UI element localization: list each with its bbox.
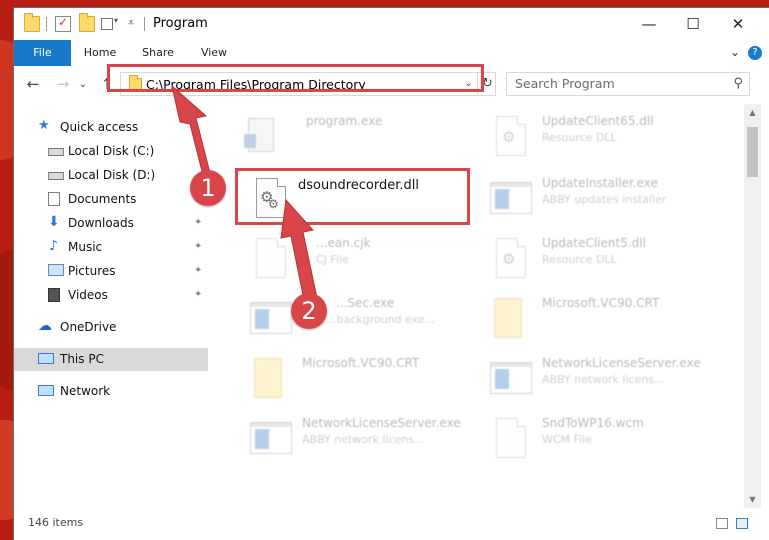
sidebar-item-local-disk-d[interactable]: Local Disk (D:) xyxy=(14,164,208,187)
step-2-badge: 2 xyxy=(291,293,327,329)
network-icon xyxy=(38,385,54,396)
folder-icon xyxy=(129,75,142,90)
navigation-bar: ← → ⌄ ↑ C:\Program Files\Program Directo… xyxy=(14,66,769,102)
maximize-button[interactable]: ☐ xyxy=(670,8,716,40)
close-button[interactable]: ✕ xyxy=(715,8,761,40)
documents-icon xyxy=(48,192,60,206)
sidebar-item-onedrive[interactable]: ☁ OneDrive xyxy=(14,316,208,339)
pin-icon[interactable]: ✦ xyxy=(194,241,202,252)
customize-toolbar-chevron-icon[interactable]: ⩡ xyxy=(128,16,134,30)
generic-file-icon xyxy=(250,236,290,280)
selected-file-highlight xyxy=(235,168,470,225)
cloud-icon: ☁ xyxy=(38,318,52,334)
title-bar: ✓ ▾ ⩡ Program — ☐ ✕ xyxy=(14,8,769,40)
large-icons-view-icon[interactable] xyxy=(736,518,748,529)
back-arrow-icon[interactable]: ← xyxy=(22,74,44,94)
navigation-pane: ★ Quick access Local Disk (C:) ⊥ Local D… xyxy=(14,104,210,508)
search-icon[interactable]: ⚲ xyxy=(733,76,743,91)
file-item[interactable]: ⚙ UpdateClient65.dll Resource DLL xyxy=(486,110,726,164)
search-box[interactable]: ⚲ xyxy=(506,72,750,96)
ribbon-tab-bar: File Home Share View ⌄ ? xyxy=(14,40,769,94)
file-item[interactable]: ⚙ UpdateClient5.dll Resource DLL xyxy=(486,232,726,286)
help-icon[interactable]: ? xyxy=(748,46,762,60)
sidebar-item-music[interactable]: ♪ Music ✦ xyxy=(14,236,208,259)
generic-file-icon xyxy=(490,416,530,460)
file-item[interactable]: UpdateInstaller.exe ABBY updates install… xyxy=(486,172,726,226)
dll-file-icon: ⚙ xyxy=(490,236,530,280)
pictures-icon xyxy=(48,264,64,276)
sidebar-item-videos[interactable]: Videos ✦ xyxy=(14,284,208,307)
scrollbar-thumb[interactable] xyxy=(747,127,758,177)
window-title: Program xyxy=(153,16,208,31)
vertical-scrollbar[interactable]: ▲ ▼ xyxy=(744,104,761,508)
file-item[interactable]: Microsoft.VC90.CRT xyxy=(486,292,726,346)
status-bar: 146 items xyxy=(14,508,769,540)
address-path[interactable]: C:\Program Files\Program Directory xyxy=(146,77,366,92)
file-item[interactable]: NetworkLicenseServer.exe ABBY network li… xyxy=(486,352,726,406)
pin-icon[interactable]: ✦ xyxy=(194,265,202,276)
folder-icon xyxy=(250,356,290,400)
exe-file-icon xyxy=(242,114,282,158)
download-arrow-icon: ⬇ xyxy=(48,214,60,230)
file-item[interactable]: ...Sec.exe ...background exe... xyxy=(246,292,486,346)
view-list-icon[interactable]: ▾ xyxy=(101,16,118,32)
address-dropdown-chevron-icon[interactable]: ⌄ xyxy=(464,76,473,89)
pin-icon[interactable]: ⊥ xyxy=(194,138,203,149)
star-icon: ★ xyxy=(38,118,50,133)
expand-ribbon-chevron-icon[interactable]: ⌄ xyxy=(730,45,740,59)
divider xyxy=(46,17,47,31)
minimize-button[interactable]: — xyxy=(626,8,672,40)
search-input[interactable] xyxy=(515,76,715,91)
film-icon xyxy=(48,288,60,302)
address-bar[interactable]: C:\Program Files\Program Directory ⌄ ↻ xyxy=(120,72,496,96)
exe-app-icon xyxy=(250,416,292,460)
refresh-icon[interactable]: ↻ xyxy=(477,73,497,95)
recent-locations-chevron-icon[interactable]: ⌄ xyxy=(76,74,90,94)
tab-share[interactable]: Share xyxy=(138,40,178,66)
sidebar-item-network[interactable]: Network xyxy=(14,380,208,403)
tab-home[interactable]: Home xyxy=(80,40,120,66)
new-folder-icon[interactable] xyxy=(79,13,95,32)
file-item[interactable]: Microsoft.VC90.CRT xyxy=(246,352,486,406)
sidebar-item-downloads[interactable]: ⬇ Downloads ✦ xyxy=(14,212,208,235)
file-item[interactable]: SndToWP16.wcm WCM File xyxy=(486,412,726,466)
folder-icon xyxy=(24,13,40,32)
forward-arrow-icon[interactable]: → xyxy=(52,74,74,94)
details-view-icon[interactable] xyxy=(716,518,728,529)
scroll-down-arrow-icon[interactable]: ▼ xyxy=(744,495,761,504)
step-1-badge: 1 xyxy=(190,170,226,206)
file-item[interactable]: NetworkLicenseServer.exe ABBY network li… xyxy=(246,412,486,466)
item-count: 146 items xyxy=(28,516,84,529)
drive-icon xyxy=(48,148,64,156)
scroll-up-arrow-icon[interactable]: ▲ xyxy=(744,108,761,117)
file-item[interactable]: ...ean.cjk CJ File xyxy=(246,232,486,286)
tab-view[interactable]: View xyxy=(194,40,234,66)
drive-icon xyxy=(48,172,64,180)
sidebar-item-documents[interactable]: Documents xyxy=(14,188,208,211)
sidebar-item-local-disk-c[interactable]: Local Disk (C:) ⊥ xyxy=(14,138,208,163)
exe-app-icon xyxy=(250,296,292,340)
properties-checkmark-icon[interactable]: ✓ xyxy=(55,15,71,32)
exe-app-icon xyxy=(490,356,532,400)
music-note-icon: ♪ xyxy=(49,238,58,254)
file-explorer-window: ✓ ▾ ⩡ Program — ☐ ✕ File Home Share View… xyxy=(14,8,769,540)
file-item[interactable]: program.exe xyxy=(238,110,478,164)
pin-icon[interactable]: ✦ xyxy=(194,289,202,300)
sidebar-item-quick-access[interactable]: ★ Quick access xyxy=(14,116,208,139)
folder-icon xyxy=(490,296,530,340)
sidebar-item-pictures[interactable]: Pictures ✦ xyxy=(14,260,208,283)
dll-file-icon: ⚙ xyxy=(490,114,530,158)
exe-app-icon xyxy=(490,176,532,220)
up-arrow-icon[interactable]: ↑ xyxy=(96,74,118,94)
divider xyxy=(144,17,145,31)
pin-icon[interactable]: ✦ xyxy=(194,217,202,228)
monitor-icon xyxy=(38,353,54,364)
sidebar-item-this-pc[interactable]: This PC xyxy=(14,348,208,371)
